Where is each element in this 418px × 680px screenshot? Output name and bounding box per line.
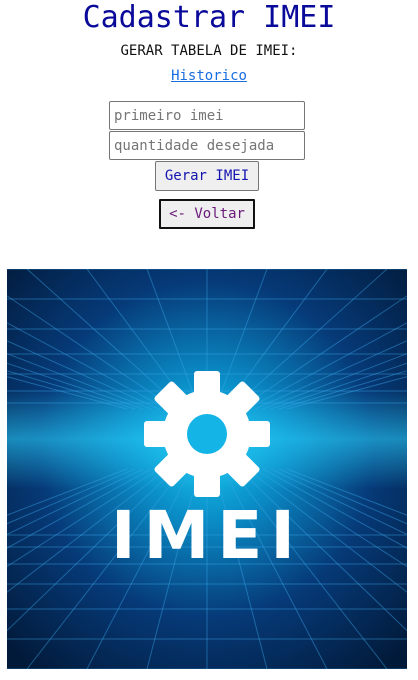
page-title: Cadastrar IMEI (82, 0, 336, 35)
first-imei-input[interactable] (109, 101, 305, 130)
section-subtitle: GERAR TABELA DE IMEI: (120, 43, 298, 59)
imei-banner-image: IMEI (7, 269, 407, 669)
quantity-input[interactable] (109, 131, 305, 160)
page: Cadastrar IMEI GERAR TABELA DE IMEI: His… (0, 0, 418, 680)
gear-icon (144, 371, 270, 497)
history-link[interactable]: Historico (171, 68, 247, 84)
history-link-row: Historico (0, 68, 418, 84)
back-button[interactable]: <- Voltar (159, 199, 255, 229)
generate-imei-button[interactable]: Gerar IMEI (155, 161, 259, 191)
imei-banner-text: IMEI (111, 497, 303, 574)
